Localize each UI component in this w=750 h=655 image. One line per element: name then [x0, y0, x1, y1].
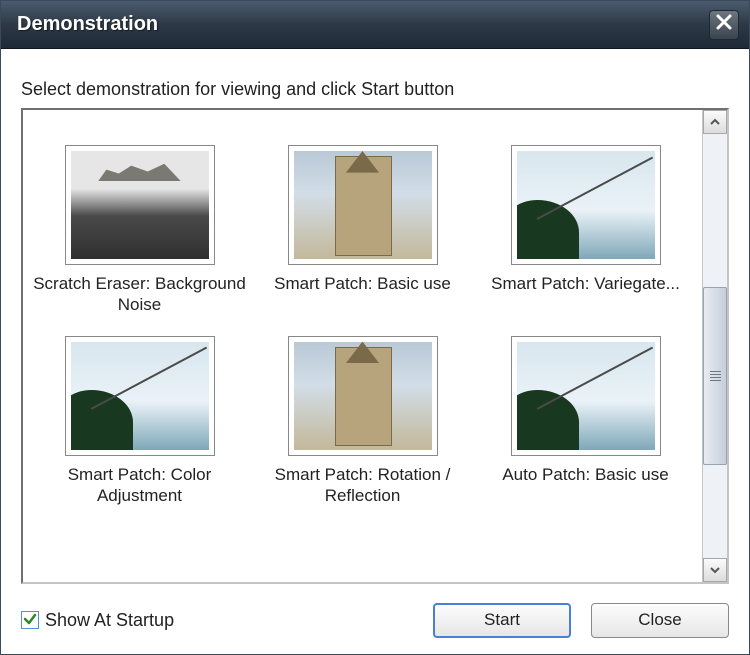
check-icon: [23, 610, 37, 631]
demo-thumbnail: [65, 145, 215, 265]
show-at-startup-checkbox[interactable]: [21, 611, 39, 629]
show-at-startup-label: Show At Startup: [45, 610, 174, 631]
demo-item[interactable]: Smart Patch: Basic use: [256, 145, 469, 316]
thumbnail-image: [71, 342, 209, 450]
demo-item[interactable]: Auto Patch: Basic use: [479, 336, 692, 507]
demo-item[interactable]: Smart Patch: Color Adjustment: [33, 336, 246, 507]
chevron-up-icon: [710, 115, 720, 130]
vertical-scrollbar[interactable]: [702, 110, 727, 582]
scroll-up-button[interactable]: [703, 110, 727, 134]
window-title: Demonstration: [17, 13, 709, 36]
demo-caption: Smart Patch: Basic use: [274, 273, 451, 294]
thumbnail-image: [71, 151, 209, 259]
demo-item[interactable]: Scratch Eraser: Background Noise: [33, 145, 246, 316]
start-button[interactable]: Start: [433, 603, 571, 638]
demo-item[interactable]: Smart Patch: Variegate...: [479, 145, 692, 316]
demo-thumbnail: [288, 145, 438, 265]
demo-caption: Auto Patch: Basic use: [502, 464, 668, 485]
demo-list-frame: Scratch Eraser: Background Noise Smart Pa…: [21, 108, 729, 584]
demo-caption: Smart Patch: Variegate...: [491, 273, 680, 294]
demo-thumbnail: [65, 336, 215, 456]
scroll-track[interactable]: [703, 134, 727, 558]
dialog-footer: Show At Startup Start Close: [1, 594, 749, 654]
thumbnail-image: [294, 151, 432, 259]
thumbnail-image: [517, 342, 655, 450]
show-at-startup-option[interactable]: Show At Startup: [21, 610, 413, 631]
scroll-down-button[interactable]: [703, 558, 727, 582]
demo-caption: Smart Patch: Rotation / Reflection: [256, 464, 469, 507]
demo-item[interactable]: Smart Patch: Rotation / Reflection: [256, 336, 469, 507]
demo-list[interactable]: Scratch Eraser: Background Noise Smart Pa…: [23, 110, 702, 582]
demo-thumbnail: [511, 145, 661, 265]
close-icon: [716, 13, 732, 36]
demonstration-dialog: Demonstration Select demonstration for v…: [0, 0, 750, 655]
demo-caption: Scratch Eraser: Background Noise: [33, 273, 246, 316]
thumbnail-image: [517, 151, 655, 259]
dialog-body: Select demonstration for viewing and cli…: [1, 49, 749, 594]
demo-caption: Smart Patch: Color Adjustment: [33, 464, 246, 507]
demo-thumbnail: [288, 336, 438, 456]
chevron-down-icon: [710, 563, 720, 578]
titlebar: Demonstration: [1, 1, 749, 49]
titlebar-close-button[interactable]: [709, 10, 739, 40]
scroll-thumb[interactable]: [703, 287, 727, 465]
instruction-text: Select demonstration for viewing and cli…: [21, 79, 729, 100]
thumbnail-image: [294, 342, 432, 450]
scroll-thumb-grip: [710, 371, 721, 381]
close-button[interactable]: Close: [591, 603, 729, 638]
demo-thumbnail: [511, 336, 661, 456]
